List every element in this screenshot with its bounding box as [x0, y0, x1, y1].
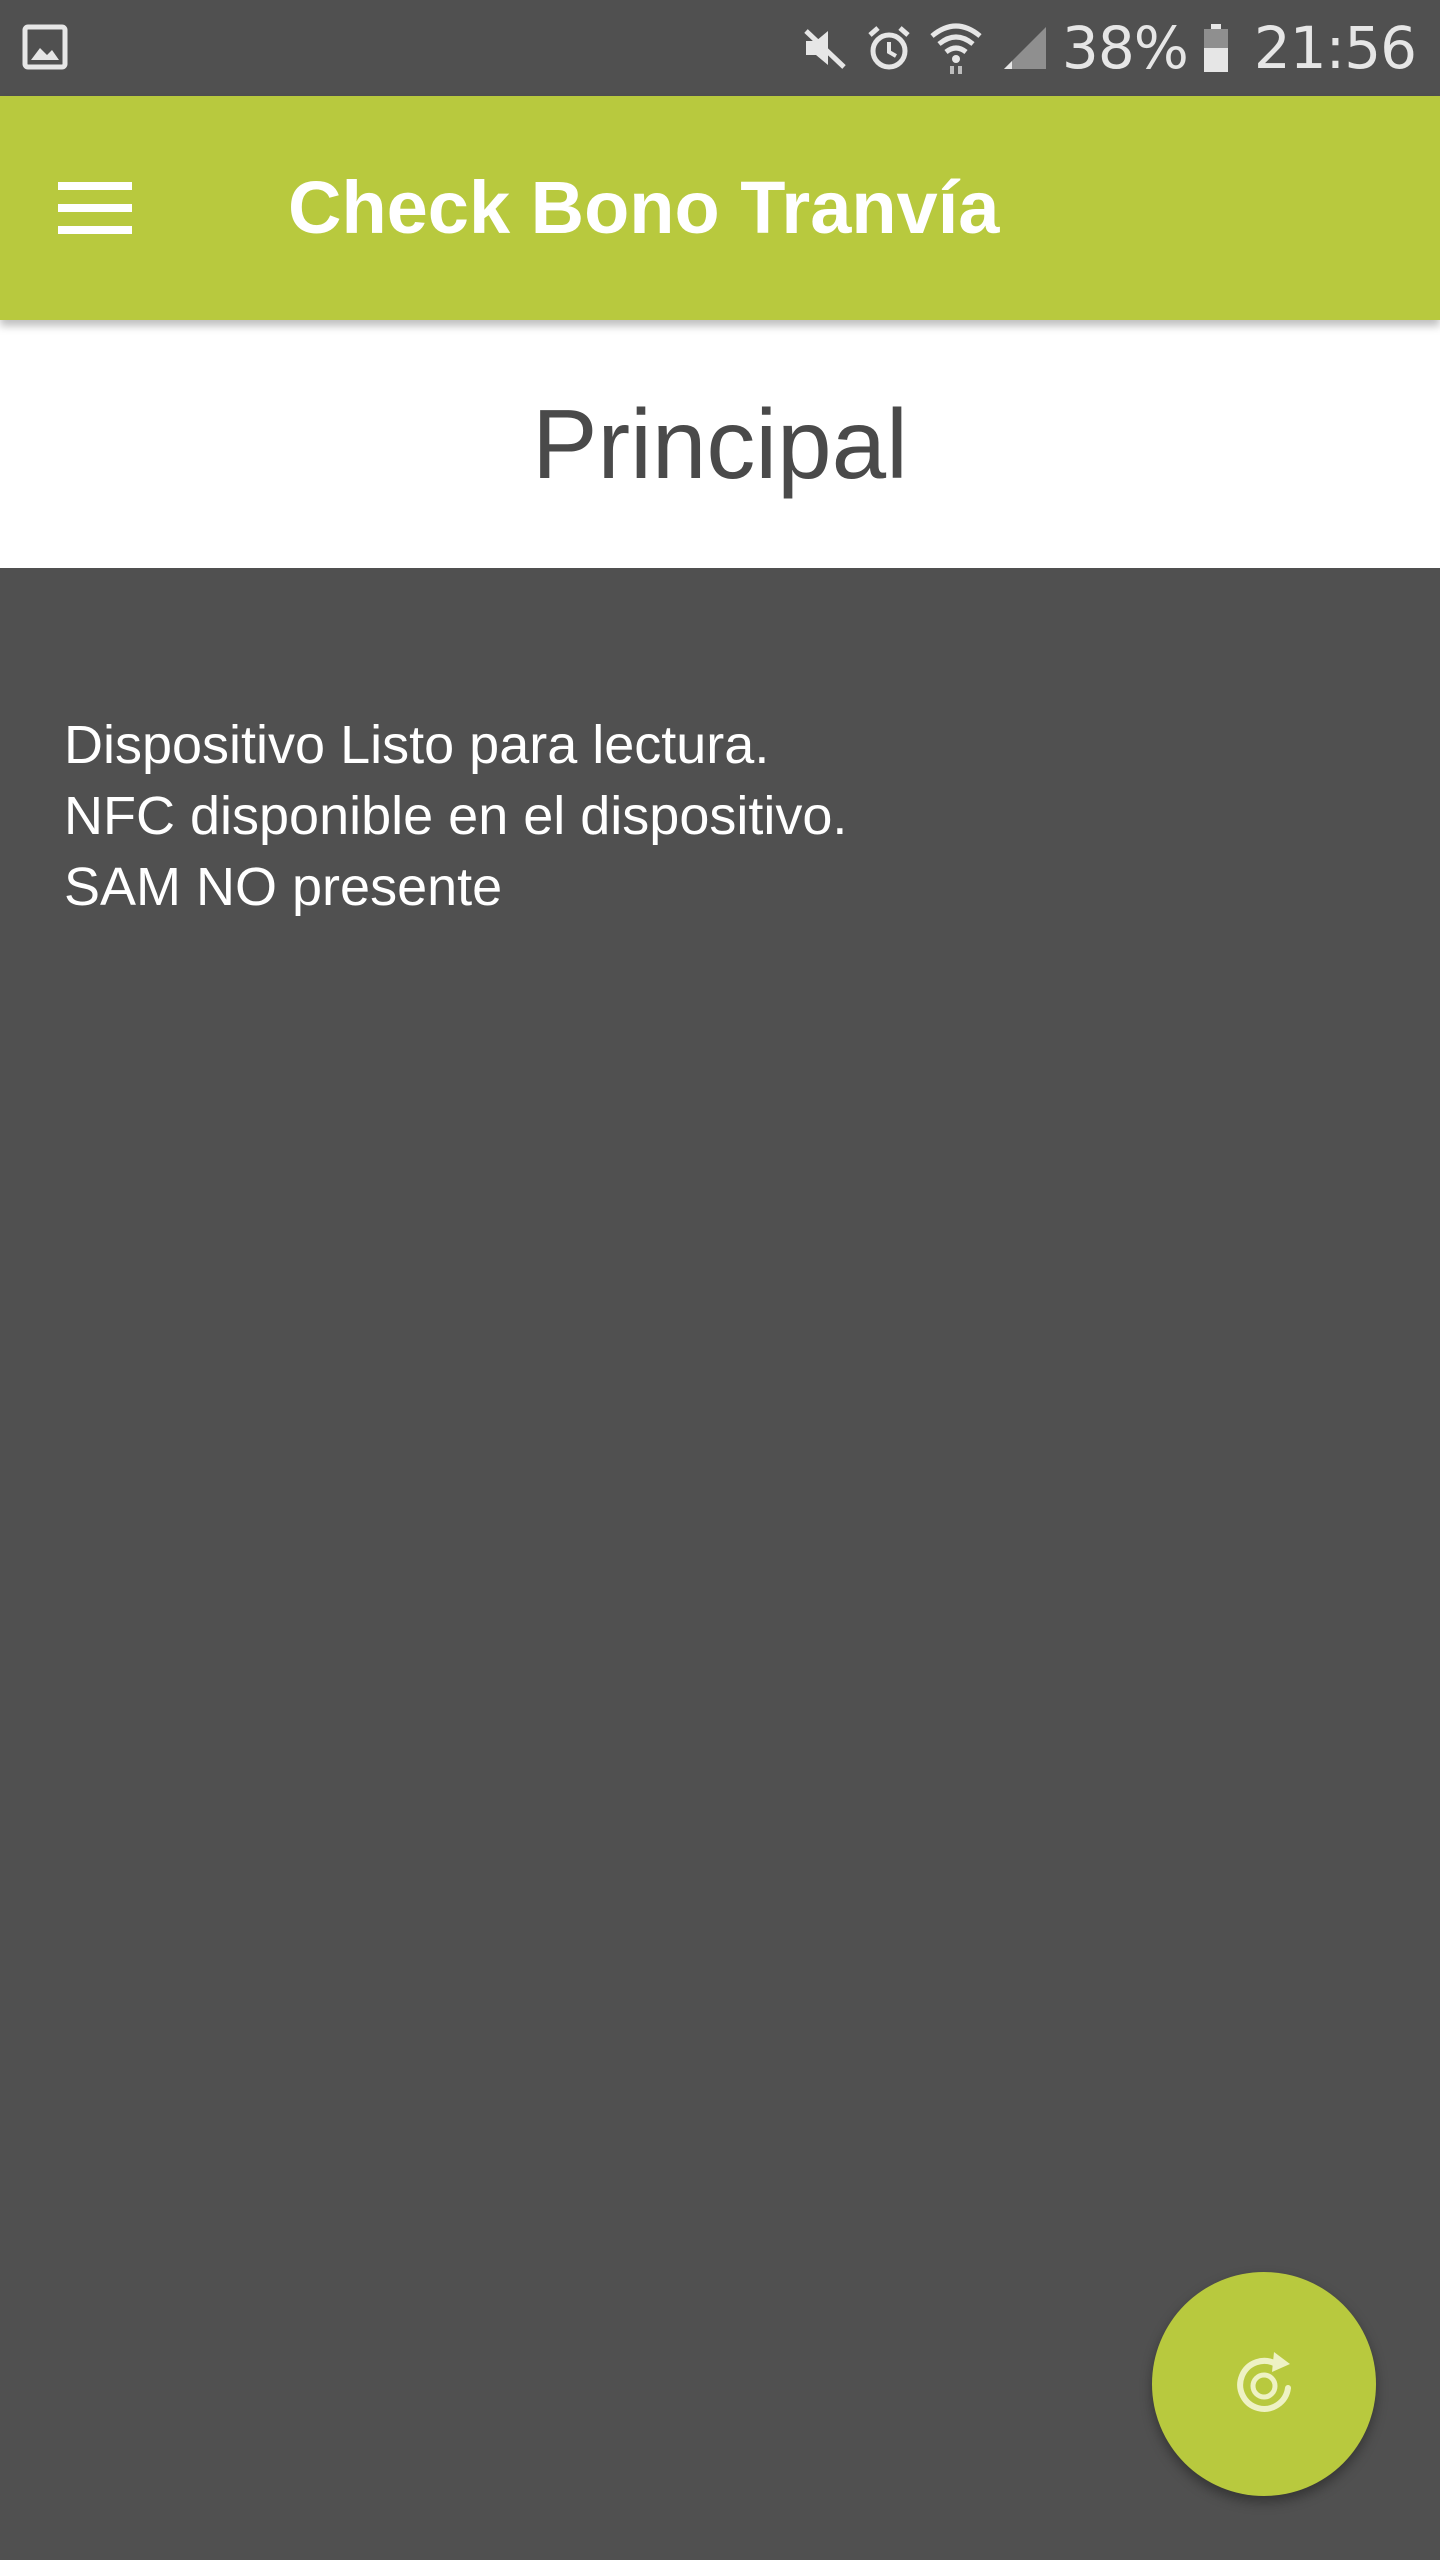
menu-bar-line [58, 182, 132, 190]
app-title: Check Bono Tranvía [288, 166, 1000, 249]
menu-bar-line [58, 226, 132, 234]
status-message-sam: SAM NO presente [64, 857, 503, 917]
app-bar: Check Bono Tranvía [0, 96, 1440, 320]
hamburger-menu-icon[interactable] [40, 158, 150, 258]
battery-percent: 38% [1061, 14, 1189, 82]
alarm-icon [868, 26, 910, 70]
refresh-icon [1237, 2352, 1291, 2412]
status-messages: Dispositivo Listo para lectura. NFC disp… [64, 710, 1364, 923]
section-title: Principal [532, 388, 908, 499]
clock: 21:56 [1253, 14, 1417, 82]
status-message-nfc: NFC disponible en el dispositivo. [64, 786, 848, 846]
signal-icon [1003, 27, 1046, 69]
gallery-notification-icon [22, 24, 68, 70]
battery-icon [1203, 24, 1228, 72]
menu-bar-line [58, 204, 132, 212]
app-screen: 38% 21:56 Check Bono Tranvía Principal D… [0, 0, 1440, 2560]
wifi-icon [930, 23, 982, 74]
mute-icon [804, 29, 846, 69]
refresh-button[interactable] [1152, 2272, 1376, 2496]
section-header: Principal [0, 320, 1440, 568]
status-message-ready: Dispositivo Listo para lectura. [64, 715, 770, 775]
status-bar: 38% 21:56 [0, 0, 1440, 96]
